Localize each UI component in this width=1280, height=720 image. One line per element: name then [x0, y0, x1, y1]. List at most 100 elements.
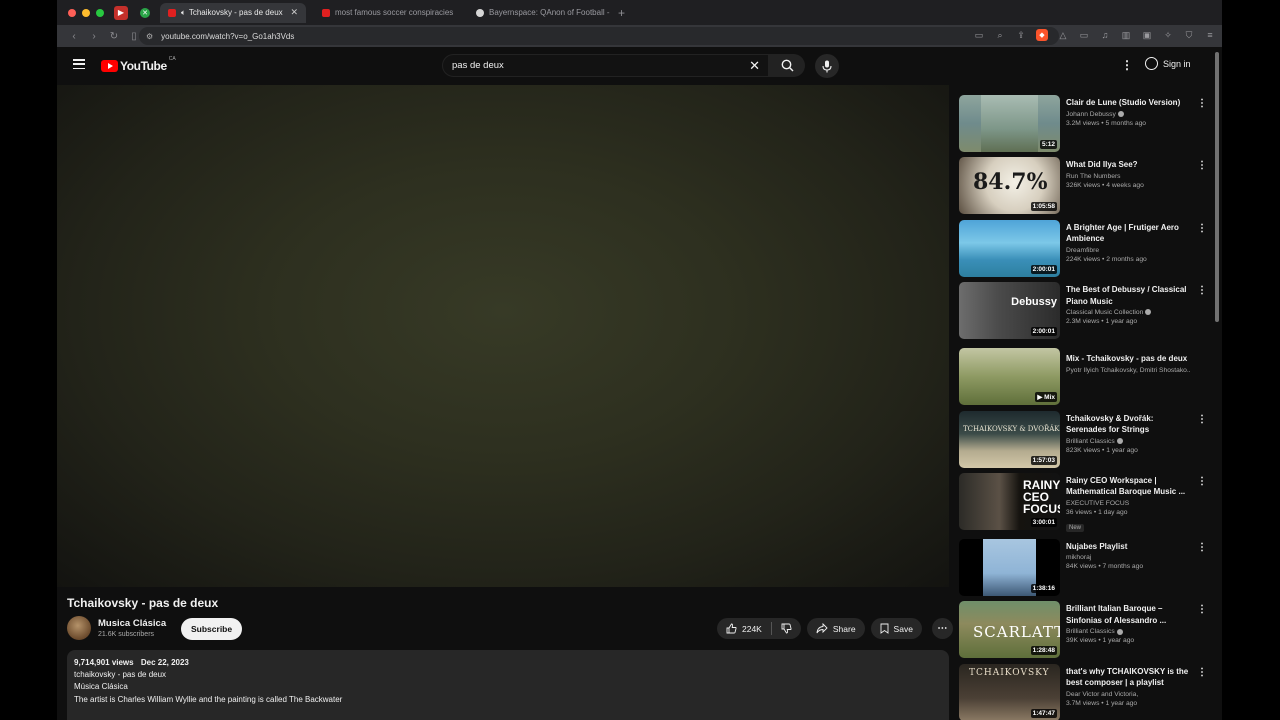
more-options-icon[interactable]: ⋮	[1197, 160, 1207, 171]
channel-name[interactable]: Musica Clásica	[98, 618, 166, 629]
music-icon[interactable]: ♫	[1099, 29, 1111, 41]
more-options-icon[interactable]: ⋮	[1197, 667, 1207, 678]
search-button[interactable]	[769, 54, 805, 77]
video-thumbnail[interactable]: 5:12	[959, 95, 1060, 152]
recommendation-item[interactable]: ▶ Mix Mix - Tchaikovsky - pas de deux Py…	[959, 348, 1209, 410]
tab-title: Bayernspace: QAnon of Football -	[489, 8, 610, 17]
save-label: Save	[893, 623, 913, 634]
back-icon[interactable]: ‹	[65, 31, 83, 42]
brave-shields-icon[interactable]: ◆	[1036, 29, 1048, 41]
maximize-window-button[interactable]	[96, 8, 104, 17]
wallet-icon[interactable]: ▣	[1141, 29, 1153, 41]
close-window-button[interactable]	[68, 8, 76, 17]
vpn-icon[interactable]: ⛉	[1183, 29, 1195, 41]
recommendation-meta: 224K views • 2 months ago	[1066, 255, 1147, 263]
video-thumbnail[interactable]: 2:00:01	[959, 219, 1060, 277]
recommendation-item[interactable]: 1:38:16 Nujabes Playlist mikhoraj 84K vi…	[959, 538, 1209, 601]
recommendation-title: A Brighter Age | Frutiger Aero Ambience	[1066, 222, 1179, 244]
more-options-icon[interactable]: ⋮	[1197, 98, 1207, 109]
thumbs-down-icon	[781, 623, 792, 634]
duration-badge: 3:00:01	[1030, 517, 1057, 527]
recommendation-channel: Brilliant Classics	[1066, 628, 1191, 635]
video-thumbnail[interactable]: SCARLATTI 1:28:48	[959, 601, 1060, 659]
description-line: Música Clásica	[74, 682, 128, 692]
tab-close-icon[interactable]: ✕	[284, 7, 298, 18]
thumbs-up-icon	[726, 623, 737, 634]
recommendation-item[interactable]: TCHAIKOVSKY 1:47:47 that's why TCHAIKOVS…	[959, 663, 1209, 720]
more-options-icon[interactable]: ⋮	[1197, 476, 1207, 487]
video-thumbnail[interactable]: 1:38:16	[959, 538, 1060, 596]
recommendation-meta: 823K views • 1 year ago	[1066, 446, 1138, 454]
video-thumbnail[interactable]: TCHAIKOVSKY 1:47:47	[959, 663, 1060, 720]
recommendation-item[interactable]: RAINY CEO FOCUS 3:00:01 Rainy CEO Worksp…	[959, 472, 1209, 539]
menu-icon[interactable]: ≡	[1204, 29, 1216, 41]
recommendation-item[interactable]: SCARLATTI 1:28:48 Brilliant Italian Baro…	[959, 601, 1209, 663]
share-button[interactable]: Share	[806, 618, 865, 639]
channel-avatar[interactable]	[67, 616, 91, 640]
page-scrollbar[interactable]	[1215, 52, 1219, 322]
share-icon[interactable]: ⇪	[1015, 29, 1027, 41]
wallet-icon[interactable]: ▭	[1078, 29, 1090, 41]
recommendation-title: Clair de Lune (Studio Version)	[1066, 98, 1181, 107]
tab-title: most famous soccer conspiracies	[335, 8, 454, 17]
sidebar-icon[interactable]: ▥	[1120, 29, 1132, 41]
site-settings-icon[interactable]: ⚙︎	[146, 32, 153, 41]
duration-badge: 1:57:03	[1030, 455, 1057, 465]
video-player[interactable]	[57, 85, 949, 587]
video-thumbnail[interactable]: ▶ Mix	[959, 348, 1060, 406]
tab-active[interactable]: 🔈︎ Tchaikovsky - pas de deux ✕	[160, 2, 306, 23]
rewards-icon[interactable]: △	[1057, 29, 1069, 41]
guide-menu-icon[interactable]	[73, 59, 85, 69]
leo-icon[interactable]: ✧	[1162, 29, 1174, 41]
toolbar-actions: ▭ ⌕ ⇪ ◆ △ ▭ ♫ ▥ ▣ ✧ ⛉ ≡	[973, 29, 1216, 41]
recommendation-item[interactable]: 84.7% 1:05:58 What Did Ilya See? Run The…	[959, 157, 1209, 219]
more-options-icon[interactable]: ⋮	[1197, 223, 1207, 234]
duration-badge: 2:00:01	[1030, 327, 1057, 337]
like-dislike-group: 224K	[717, 618, 801, 639]
pinned-tab-close-icon[interactable]: ✕	[140, 7, 150, 18]
sign-in-button[interactable]: Sign in	[1145, 57, 1191, 70]
recommendation-item[interactable]: TCHAIKOVSKY & DVOŘÁK 1:57:03 Tchaikovsky…	[959, 410, 1209, 473]
like-button[interactable]: 224K	[717, 618, 771, 639]
voice-search-button[interactable]	[815, 54, 839, 78]
forward-icon[interactable]: ›	[85, 31, 103, 42]
more-options-icon[interactable]: ⋮	[1197, 285, 1207, 296]
thumbnail-text: 84.7%	[973, 169, 1048, 196]
tab-inactive[interactable]: most famous soccer conspiracies	[314, 3, 460, 23]
zoom-icon[interactable]: ⌕	[994, 29, 1006, 41]
recommendation-item[interactable]: Debussy 2:00:01 The Best of Debussy / Cl…	[959, 282, 1209, 348]
clear-search-icon[interactable]: ✕	[749, 58, 760, 74]
tab-inactive[interactable]: Bayernspace: QAnon of Football -	[468, 3, 614, 23]
video-thumbnail[interactable]: RAINY CEO FOCUS 3:00:01	[959, 472, 1060, 530]
reload-icon[interactable]: ↻	[105, 31, 123, 42]
like-count: 224K	[742, 623, 762, 634]
video-thumbnail[interactable]: 84.7% 1:05:58	[959, 157, 1060, 215]
duration-badge: 1:28:48	[1030, 646, 1057, 656]
recommendation-title: that's why TCHAIKOVSKY is the best compo…	[1066, 666, 1189, 688]
subscribe-button[interactable]: Subscribe	[181, 618, 243, 640]
recommendation-item[interactable]: 5:12 Clair de Lune (Studio Version) Joha…	[959, 95, 1209, 157]
more-options-icon[interactable]: ⋮	[1197, 542, 1207, 553]
search-input[interactable]: pas de deux ✕	[442, 54, 769, 77]
address-bar[interactable]: ⚙︎ youtube.com/watch?v=o_Go1ah3Vds	[139, 27, 1059, 45]
recommendation-item[interactable]: 2:00:01 A Brighter Age | Frutiger Aero A…	[959, 219, 1209, 282]
more-actions-icon[interactable]: ⋯	[931, 618, 953, 639]
save-button[interactable]: Save	[870, 618, 922, 639]
dislike-button[interactable]	[772, 618, 801, 639]
youtube-logo[interactable]: YouTube CA	[101, 56, 176, 73]
settings-more-icon[interactable]: ⋮	[1121, 58, 1133, 72]
video-stats: 9,714,901 views Dec 22, 2023	[74, 657, 942, 669]
thumbnail-text: Debussy	[1011, 296, 1057, 309]
cast-icon[interactable]: ▭	[973, 29, 985, 41]
minimize-window-button[interactable]	[82, 8, 90, 17]
description-box[interactable]: 9,714,901 views Dec 22, 2023 tchaikovsky…	[67, 650, 949, 720]
video-thumbnail[interactable]: Debussy 2:00:01	[959, 282, 1060, 340]
more-options-icon[interactable]: ⋮	[1197, 604, 1207, 615]
video-thumbnail[interactable]: TCHAIKOVSKY & DVOŘÁK 1:57:03	[959, 410, 1060, 468]
new-tab-icon[interactable]: +	[618, 6, 625, 20]
more-options-icon[interactable]: ⋮	[1197, 414, 1207, 425]
thumbnail-text: TCHAIKOVSKY & DVOŘÁK	[963, 424, 1060, 433]
logo-country-code: CA	[168, 56, 176, 62]
recommendation-channel: Brilliant Classics	[1066, 438, 1191, 445]
pinned-tab-youtube-icon[interactable]: ▶	[114, 5, 128, 20]
